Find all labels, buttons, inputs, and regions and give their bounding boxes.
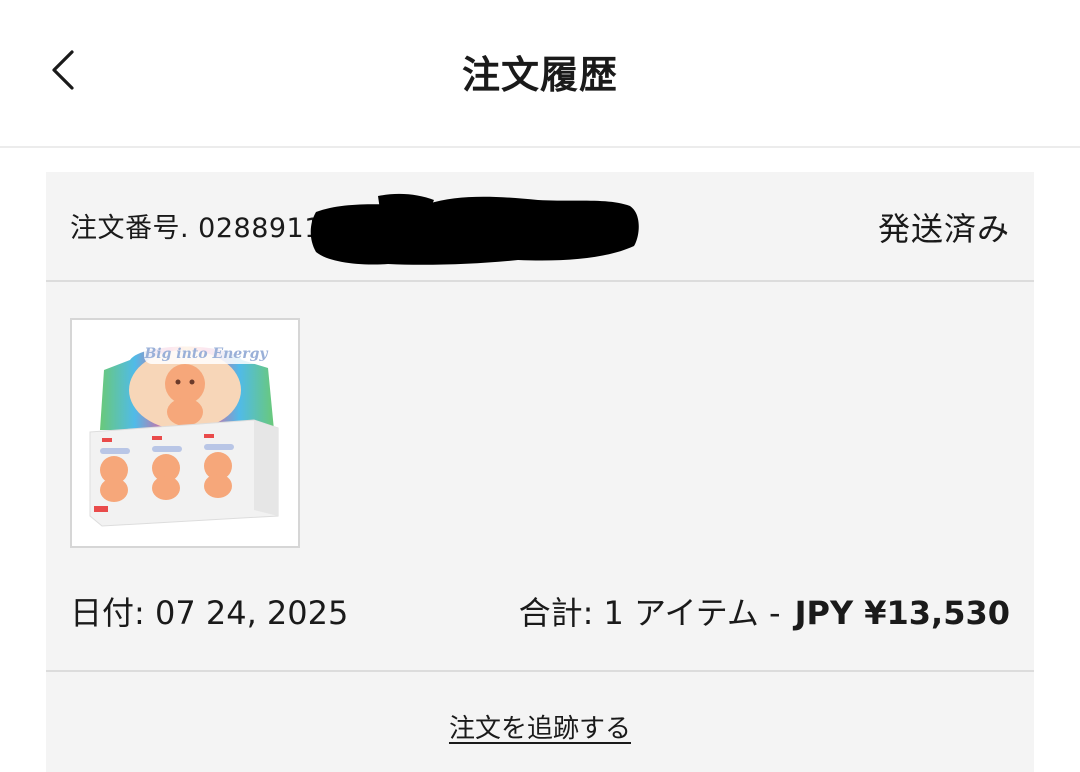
page-title: 注文履歴 — [461, 53, 618, 97]
order-card: 注文番号. 0288911223 発送済み Big into Energy 日付… — [46, 172, 1034, 772]
divider — [46, 670, 1034, 672]
total-items-label: 合計: 1 アイテム - — [518, 594, 781, 632]
redaction-mark — [310, 193, 639, 265]
product-thumbnail[interactable]: Big into Energy — [70, 318, 300, 548]
track-order-link[interactable]: 注文を追跡する — [46, 708, 1034, 745]
app-header: 注文履歴 — [0, 0, 1080, 148]
order-total: 合計: 1 アイテム - JPY ¥13,530 — [519, 588, 1010, 634]
order-date: 日付: 07 24, 2025 — [70, 594, 349, 632]
svg-text:Big into Energy: Big into Energy — [143, 346, 268, 362]
order-header: 注文番号. 0288911223 発送済み — [46, 172, 1034, 282]
product-image: Big into Energy — [89, 342, 279, 527]
order-status: 発送済み — [877, 210, 1010, 248]
total-amount: JPY ¥13,530 — [794, 594, 1010, 632]
